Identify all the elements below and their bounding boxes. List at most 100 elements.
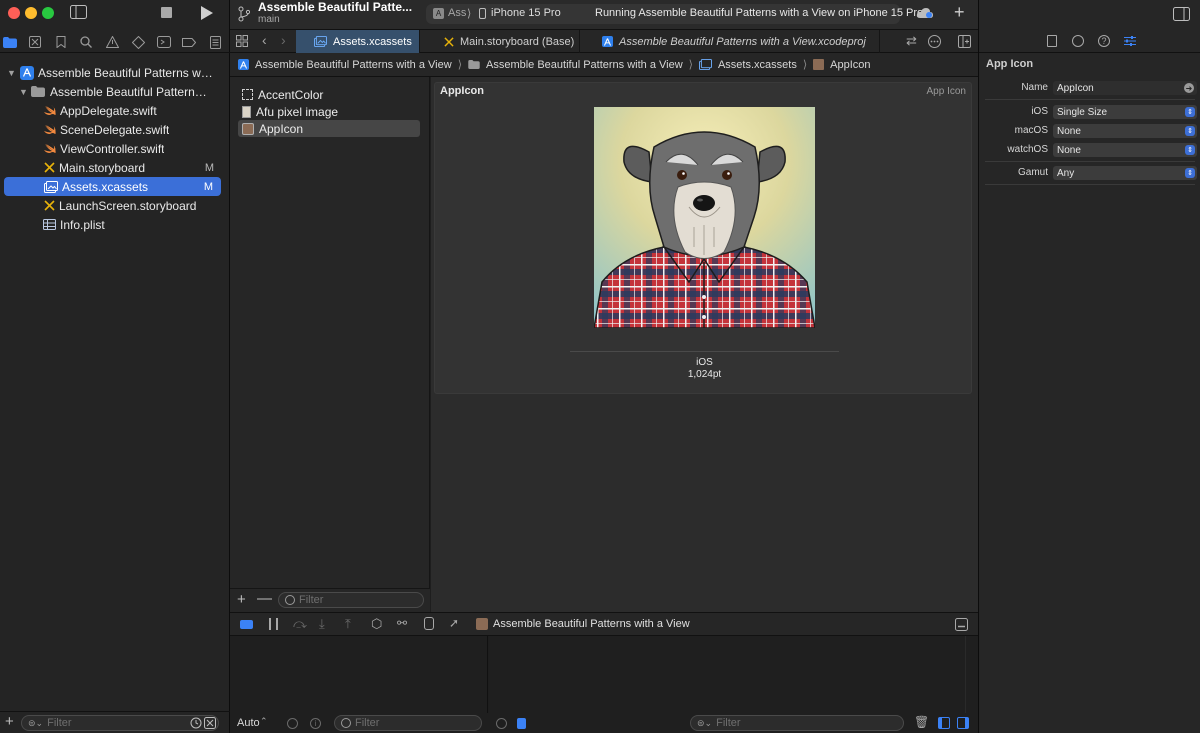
chevron-right-icon: ⟩: [688, 59, 693, 71]
add-editor-icon[interactable]: [958, 35, 971, 48]
device-selector[interactable]: iPhone 15 Pro: [491, 7, 561, 19]
pause-icon[interactable]: [269, 618, 278, 630]
eye-icon[interactable]: [496, 718, 507, 729]
arrow-forward-icon[interactable]: ➜: [1184, 83, 1194, 93]
file-row[interactable]: LaunchScreen.storyboard: [0, 196, 230, 215]
gamut-popup-button[interactable]: Any ⇕: [1053, 166, 1197, 180]
inspector-toggle-icon[interactable]: [1173, 7, 1190, 21]
ios-popup-button[interactable]: Single Size ⇕: [1053, 105, 1197, 119]
asset-item-appicon[interactable]: AppIcon: [238, 120, 420, 137]
grid-icon[interactable]: [236, 35, 248, 47]
macos-popup-button[interactable]: None ⇕: [1053, 124, 1197, 138]
breadcrumb-folder[interactable]: Assemble Beautiful Patterns with a View: [486, 59, 683, 71]
name-text-field[interactable]: AppIcon ➜: [1053, 81, 1197, 95]
variables-filter-field[interactable]: Filter: [334, 715, 482, 731]
help-icon[interactable]: ?: [1098, 35, 1110, 47]
minimize-window-button[interactable]: [25, 7, 37, 19]
swift-file-icon: [44, 105, 56, 116]
branch-icon: [238, 6, 250, 22]
file-row[interactable]: AppDelegate.swift: [0, 101, 230, 120]
asset-item-image[interactable]: Afu pixel image: [238, 103, 420, 120]
app-icon-image[interactable]: [594, 107, 815, 328]
debug-icon[interactable]: [156, 34, 172, 50]
chevron-left-icon[interactable]: ‹: [262, 32, 267, 48]
filter-menu-icon[interactable]: ⊜⌄: [697, 718, 712, 729]
breadcrumb-project[interactable]: Assemble Beautiful Patterns with a View: [255, 59, 452, 71]
file-row[interactable]: ViewController.swift: [0, 139, 230, 158]
breadcrumb-asset[interactable]: AppIcon: [830, 59, 870, 71]
chevron-right-icon: ⟩: [467, 8, 472, 20]
run-button[interactable]: [200, 5, 214, 21]
tab-xcodeproj[interactable]: Assemble Beautiful Patterns with a View.…: [580, 30, 880, 53]
eye-icon[interactable]: [287, 718, 298, 729]
info-icon[interactable]: i: [310, 718, 321, 729]
tab-storyboard[interactable]: Main.storyboard (Base): [420, 30, 580, 53]
sidebar-toggle-icon[interactable]: [70, 5, 87, 19]
tab-assets[interactable]: Assets.xcassets: [296, 30, 420, 53]
report-icon[interactable]: [207, 34, 223, 50]
filter-options-icons[interactable]: [190, 717, 216, 729]
step-into-icon[interactable]: ⤓: [319, 616, 325, 632]
trash-icon[interactable]: 🗑: [914, 715, 929, 729]
appicon-well: AppIcon App Icon iOS 1,024pt: [434, 82, 972, 394]
navigator-filter-field[interactable]: ⊜⌄ Filter: [21, 715, 219, 731]
step-over-icon[interactable]: ⤼: [293, 616, 307, 632]
stop-button[interactable]: [161, 7, 172, 18]
add-library-icon[interactable]: +: [954, 2, 965, 23]
swap-arrows-icon[interactable]: ⇄: [906, 33, 917, 49]
remove-asset-icon[interactable]: —: [257, 590, 272, 607]
chevron-right-icon[interactable]: ›: [281, 32, 286, 48]
add-asset-icon[interactable]: +: [237, 591, 246, 608]
project-name: Assemble Beautiful Patterns wit...: [38, 65, 214, 80]
right-pane-toggle-icon[interactable]: [957, 717, 969, 729]
more-options-icon[interactable]: [928, 35, 941, 48]
disclosure-open-icon[interactable]: ▼: [0, 87, 31, 97]
attributes-sliders-icon[interactable]: [1124, 35, 1136, 47]
filter-menu-icon[interactable]: ⊜⌄: [28, 718, 43, 729]
memory-graph-icon[interactable]: ⚯: [397, 616, 407, 630]
close-window-button[interactable]: [8, 7, 20, 19]
console-filter-field[interactable]: ⊜⌄ Filter: [690, 715, 904, 731]
asset-filter-field[interactable]: Filter: [278, 592, 424, 608]
watchos-popup-button[interactable]: None ⇕: [1053, 143, 1197, 157]
toggle-debug-area-icon[interactable]: [240, 620, 253, 629]
file-row[interactable]: Info.plist: [0, 215, 230, 234]
step-out-icon[interactable]: ⤒: [345, 616, 351, 632]
environment-overrides-icon[interactable]: [424, 617, 434, 630]
cloud-sync-icon[interactable]: [916, 7, 934, 19]
project-row[interactable]: ▼ Assemble Beautiful Patterns wit...: [0, 63, 230, 82]
folder-icon[interactable]: [2, 34, 18, 50]
asset-item-accent-color[interactable]: AccentColor: [238, 86, 420, 103]
location-arrow-icon[interactable]: ➚: [449, 616, 459, 630]
zoom-window-button[interactable]: [42, 7, 54, 19]
scheme-selector[interactable]: Ass: [448, 7, 468, 19]
history-clock-icon[interactable]: [1072, 35, 1084, 47]
console-toggle-icon[interactable]: [517, 718, 526, 729]
file-row[interactable]: SceneDelegate.swift: [0, 120, 230, 139]
source-control-icon[interactable]: [27, 34, 43, 50]
view-hierarchy-icon[interactable]: ⬡: [371, 616, 382, 632]
find-icon[interactable]: [78, 34, 94, 50]
scm-filter-icon[interactable]: [204, 717, 216, 729]
console-scrollbar[interactable]: [965, 636, 978, 713]
scheme-title[interactable]: Assemble Beautiful Patte...: [258, 0, 412, 14]
issue-warning-icon[interactable]: [104, 34, 120, 50]
chevron-right-icon: ⟩: [802, 59, 808, 71]
popup-value: Single Size: [1057, 106, 1108, 118]
variables-mode-selector[interactable]: Auto: [237, 717, 260, 729]
bookmark-icon[interactable]: [53, 34, 69, 50]
disclosure-open-icon[interactable]: ▼: [0, 68, 20, 78]
test-diamond-icon[interactable]: [130, 34, 146, 50]
maximize-console-icon[interactable]: [955, 618, 968, 631]
activity-view[interactable]: A Ass ⟩ iPhone 15 Pro Running Assemble B…: [426, 4, 923, 24]
file-row-selected[interactable]: Assets.xcassets M: [4, 177, 221, 196]
group-row[interactable]: ▼ Assemble Beautiful Patterns...: [0, 82, 230, 101]
add-icon[interactable]: +: [5, 713, 14, 730]
debug-process-name[interactable]: Assemble Beautiful Patterns with a View: [493, 618, 690, 630]
file-row[interactable]: Main.storyboard M: [0, 158, 230, 177]
breakpoint-icon[interactable]: [181, 34, 197, 50]
file-inspector-icon[interactable]: [1047, 35, 1057, 47]
recent-files-icon[interactable]: [190, 717, 202, 729]
breadcrumb-catalog[interactable]: Assets.xcassets: [718, 59, 797, 71]
left-pane-toggle-icon[interactable]: [938, 717, 950, 729]
